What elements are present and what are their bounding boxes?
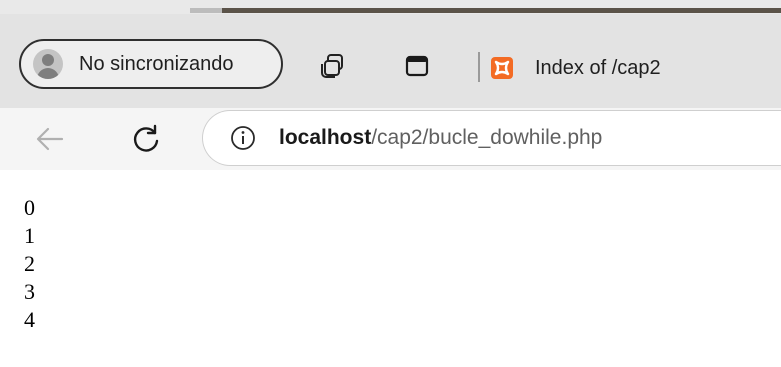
xampp-icon xyxy=(491,57,513,79)
tab-actions-button[interactable] xyxy=(316,50,350,82)
output-line: 0 xyxy=(24,195,35,220)
vertical-tabs-button[interactable] xyxy=(400,50,434,82)
output-line: 3 xyxy=(24,279,35,304)
tab-actions-icon xyxy=(321,54,343,78)
reload-icon xyxy=(133,124,159,152)
window-top-strip xyxy=(0,0,781,14)
info-icon[interactable] xyxy=(229,124,257,152)
url-text[interactable]: localhost/cap2/bucle_dowhile.php xyxy=(279,126,602,150)
avatar-head xyxy=(42,54,54,66)
output-line: 4 xyxy=(24,307,35,332)
profile-button[interactable]: No sincronizando xyxy=(19,39,283,89)
vertical-tabs-icon xyxy=(405,55,429,77)
window-edge-dark xyxy=(222,8,781,13)
page-content: 0 1 2 3 4 xyxy=(0,170,781,367)
tab-separator xyxy=(478,52,480,82)
tab-title: Index of /cap2 xyxy=(535,56,661,79)
avatar xyxy=(33,49,63,79)
output-list: 0 1 2 3 4 xyxy=(24,194,35,334)
url-path: /cap2/bucle_dowhile.php xyxy=(371,126,603,149)
output-line: 2 xyxy=(24,251,35,276)
tab-bar: No sincronizando Index of /cap2 xyxy=(0,14,781,108)
navigation-bar: localhost/cap2/bucle_dowhile.php xyxy=(0,108,781,170)
window-edge-light xyxy=(190,8,222,13)
back-arrow-icon xyxy=(36,127,64,151)
profile-label: No sincronizando xyxy=(79,52,234,75)
browser-window: No sincronizando Index of /cap2 localhos… xyxy=(0,0,781,367)
reload-button[interactable] xyxy=(126,119,166,159)
output-line: 1 xyxy=(24,223,35,248)
avatar-body xyxy=(37,68,59,79)
address-bar[interactable]: localhost/cap2/bucle_dowhile.php xyxy=(202,110,781,166)
url-host: localhost xyxy=(279,126,372,149)
tab-index-of-cap2[interactable]: Index of /cap2 xyxy=(484,38,781,98)
back-button[interactable] xyxy=(30,119,70,159)
